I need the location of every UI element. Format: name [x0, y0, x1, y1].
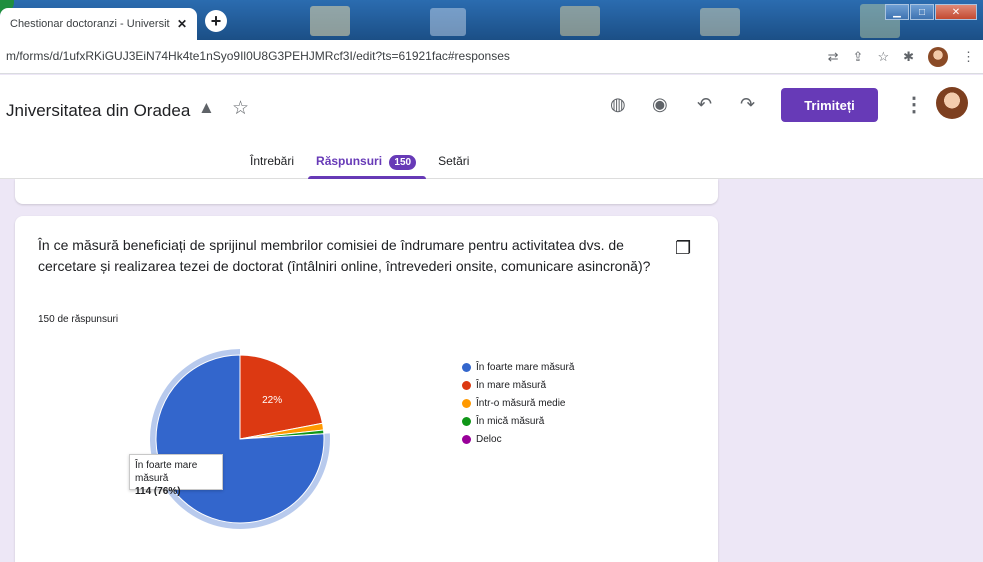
responses-count: 150 de răspunsuri: [38, 314, 119, 325]
tab-settings[interactable]: Setări: [438, 146, 469, 179]
bookmark-star-icon[interactable]: ☆: [877, 49, 889, 65]
close-tab-icon[interactable]: ✕: [173, 17, 191, 31]
legend-color-dot: [462, 417, 471, 426]
legend-label: Deloc: [476, 434, 502, 445]
previous-question-card: [15, 179, 718, 204]
send-button[interactable]: Trimiteți: [781, 88, 878, 122]
legend-color-dot: [462, 363, 471, 372]
tooltip-value: 114 (76%): [135, 486, 181, 497]
legend-label: În foarte mare măsură: [476, 362, 575, 373]
browser-tab[interactable]: Chestionar doctoranzi - Universit ✕: [0, 8, 197, 40]
legend-color-dot: [462, 435, 471, 444]
form-title[interactable]: Jniversitatea din Oradea: [6, 101, 190, 121]
window-controls: ▁ □ ✕: [885, 4, 977, 20]
pie-chart[interactable]: 22%: [115, 336, 365, 556]
legend-item[interactable]: În foarte mare măsură: [462, 361, 574, 374]
redo-icon[interactable]: ↷: [740, 94, 755, 115]
desktop-background: [560, 6, 600, 36]
undo-icon[interactable]: ↶: [697, 94, 712, 115]
minimize-icon[interactable]: ▁: [885, 4, 909, 20]
browser-titlebar: Chestionar doctoranzi - Universit ✕ + ▁ …: [0, 0, 983, 40]
legend-item[interactable]: În mică măsură: [462, 415, 574, 428]
tab-label: Răspunsuri: [316, 154, 383, 168]
star-icon[interactable]: ☆: [232, 97, 249, 120]
preview-eye-icon[interactable]: ◉: [652, 94, 668, 115]
legend-item[interactable]: În mare măsură: [462, 379, 574, 392]
desktop-background: [310, 6, 350, 36]
share-icon[interactable]: ⇪: [853, 49, 864, 65]
legend-color-dot: [462, 399, 471, 408]
desktop-background: [700, 8, 740, 36]
move-to-drive-icon[interactable]: ▲: [198, 98, 215, 118]
chart-tooltip: În foarte mare măsură 114 (76%): [129, 454, 223, 497]
profile-avatar[interactable]: [928, 47, 948, 67]
legend-label: În mică măsură: [476, 416, 545, 427]
desktop-background: [430, 8, 466, 36]
more-options-icon[interactable]: ⋮: [904, 92, 924, 117]
legend-color-dot: [462, 381, 471, 390]
form-tabs: Întrebări Răspunsuri 150 Setări: [250, 146, 491, 179]
window-close-icon[interactable]: ✕: [935, 4, 977, 20]
url-field[interactable]: m/forms/d/1ufxRKiGUJ3EiN74Hk4te1nSyo9Il0…: [6, 49, 510, 63]
address-bar-actions: ⇄ ⇪ ☆ ✱ ⋮: [828, 47, 975, 67]
maximize-icon[interactable]: □: [910, 4, 934, 20]
browser-menu-icon[interactable]: ⋮: [962, 49, 975, 65]
extensions-icon[interactable]: ✱: [903, 49, 914, 65]
tab-label: Întrebări: [250, 154, 295, 168]
legend-item[interactable]: Deloc: [462, 433, 574, 446]
legend-item[interactable]: Într-o măsură medie: [462, 397, 574, 410]
pie-data-label: 22%: [262, 395, 282, 406]
palette-icon[interactable]: ◍: [610, 94, 626, 115]
tab-label: Setări: [438, 154, 470, 168]
question-text: În ce măsură beneficiați de sprijinul me…: [38, 237, 651, 274]
translate-icon[interactable]: ⇄: [828, 49, 839, 65]
forms-header: Jniversitatea din Oradea ▲ ☆ ◍ ◉ ↶ ↷ Tri…: [0, 75, 983, 179]
legend-label: Într-o măsură medie: [476, 398, 566, 409]
tab-questions[interactable]: Întrebări: [250, 146, 294, 179]
copy-chart-icon[interactable]: ❐: [675, 238, 691, 259]
new-tab-button[interactable]: +: [205, 10, 227, 32]
account-avatar[interactable]: [936, 87, 968, 119]
tooltip-label: În foarte mare măsură: [135, 460, 198, 484]
chart-legend: În foarte mare măsură În mare măsură Într-…: [462, 361, 574, 451]
responses-count-badge: 150: [389, 155, 417, 170]
address-bar: m/forms/d/1ufxRKiGUJ3EiN74Hk4te1nSyo9Il0…: [0, 40, 983, 74]
tab-title: Chestionar doctoranzi - Universit: [10, 18, 170, 30]
question-summary-card: În ce măsură beneficiați de sprijinul me…: [15, 216, 718, 562]
tab-responses[interactable]: Răspunsuri 150: [308, 146, 427, 179]
legend-label: În mare măsură: [476, 380, 547, 391]
